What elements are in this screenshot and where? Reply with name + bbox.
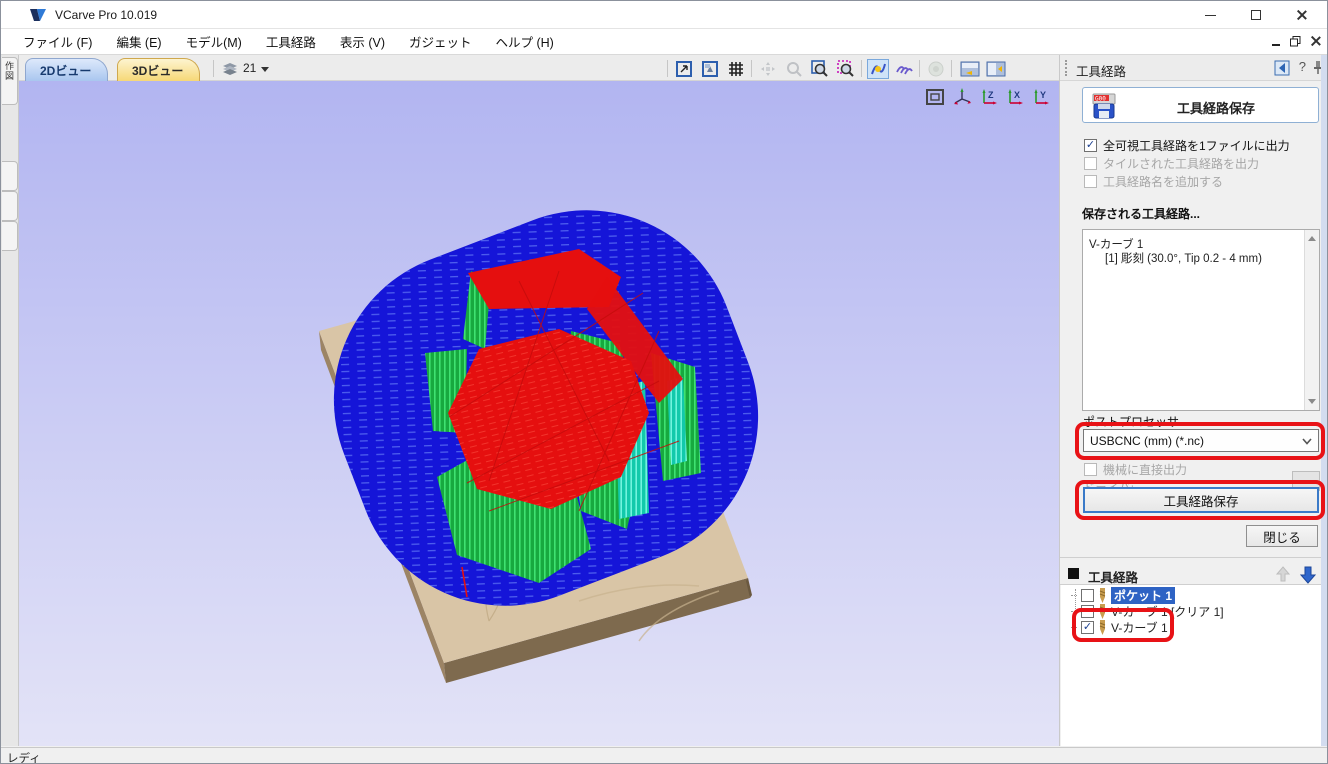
toolpath-tree: ポケット 1 V-カーブ 1 [クリア 1] ✓ V-カーブ 1	[1061, 585, 1322, 746]
toolpath-item-vcarve[interactable]: ✓ V-カーブ 1	[1071, 619, 1168, 635]
save-toolpath-card-title: 工具経路保存	[1141, 98, 1291, 117]
view-orientation-icons: Z X Y	[925, 87, 1051, 107]
drill-icon	[1098, 604, 1107, 619]
menu-model[interactable]: モデル(M)	[174, 28, 254, 55]
window-layout-horizontal-icon[interactable]	[959, 59, 981, 79]
postprocessor-label: ポストプロセッサ	[1083, 413, 1179, 430]
left-tab-strip: 作図	[1, 55, 19, 746]
auto-hide-panel-icon[interactable]	[1274, 60, 1290, 76]
toolpath-list-icon	[1068, 568, 1079, 579]
pan-icon[interactable]	[757, 59, 779, 79]
mdi-close-button[interactable]	[1311, 36, 1321, 46]
toolpath-panel-title: 工具経路	[1076, 61, 1126, 80]
tab-3d-view[interactable]: 3Dビュー	[117, 58, 200, 81]
left-tab-4[interactable]	[2, 221, 18, 251]
vcarve-window: VCarve Pro 10.019 ファイル (F) 編集 (E) モデル(M)…	[0, 0, 1328, 764]
isometric-view-icon[interactable]	[925, 87, 945, 107]
status-bar: レディ	[1, 747, 1328, 764]
toolpath-item-pocket[interactable]: ポケット 1	[1071, 587, 1175, 603]
vcarve-logo-icon	[29, 8, 47, 23]
toolpath-panel-header: 工具経路 ?	[1060, 55, 1328, 81]
mdi-controls	[1272, 31, 1321, 51]
close-icon	[1297, 10, 1307, 20]
window-layout-vertical-icon[interactable]	[985, 59, 1007, 79]
top-view-icon[interactable]: Z	[979, 87, 999, 107]
zoom-interactive-icon[interactable]	[783, 59, 805, 79]
svg-text:Y: Y	[1040, 90, 1046, 100]
drill-icon	[1098, 620, 1107, 635]
option-direct-output[interactable]: 機械に直接出力	[1084, 461, 1187, 478]
checkbox-checked[interactable]: ✓	[1084, 139, 1097, 152]
zoom-window-icon[interactable]	[809, 59, 831, 79]
left-tab-2[interactable]	[2, 161, 18, 191]
scene-3d	[19, 81, 1059, 746]
save-toolpath-button[interactable]: 工具経路保存	[1084, 488, 1318, 512]
toolpath-list-header: 工具経路	[1060, 563, 1328, 585]
view-3d-canvas[interactable]: Z X Y	[19, 81, 1059, 746]
move-down-icon[interactable]	[1298, 565, 1318, 585]
close-panel-button[interactable]: 閉じる	[1246, 525, 1318, 547]
toolpath-list-title: 工具経路	[1088, 567, 1138, 586]
front-view-icon[interactable]: Y	[1031, 87, 1051, 107]
toggle-grid-icon[interactable]	[725, 59, 747, 79]
side-view-icon[interactable]: X	[1005, 87, 1025, 107]
mdi-minimize-button[interactable]	[1272, 44, 1280, 46]
status-text: レディ	[7, 750, 41, 764]
menu-gadget[interactable]: ガジェット	[397, 28, 484, 55]
saved-toolpaths-heading: 保存される工具経路...	[1082, 205, 1200, 222]
option-append-name[interactable]: 工具経路名を追加する	[1084, 173, 1223, 190]
panel-edge-strip	[1321, 55, 1328, 746]
minimize-button[interactable]	[1187, 1, 1233, 29]
scroll-down-icon[interactable]	[1308, 399, 1316, 404]
help-icon[interactable]: ?	[1299, 59, 1306, 74]
window-title: VCarve Pro 10.019	[55, 8, 157, 22]
toolpath-preview-toggle-icon[interactable]	[867, 59, 889, 79]
menu-file[interactable]: ファイル (F)	[11, 28, 104, 55]
menu-edit[interactable]: 編集 (E)	[104, 28, 173, 55]
layer-count[interactable]: 21	[243, 61, 256, 75]
option-output-tiled[interactable]: タイルされた工具経路を出力	[1084, 155, 1259, 172]
tab-2d-view[interactable]: 2Dビュー	[25, 58, 108, 81]
tab-drawing[interactable]: 作図	[2, 57, 18, 105]
title-bar: VCarve Pro 10.019	[1, 1, 1328, 29]
option-output-single-file[interactable]: ✓ 全可視工具経路を1ファイルに出力	[1084, 137, 1290, 154]
left-tab-3[interactable]	[2, 191, 18, 221]
svg-text:G00: G00	[1095, 96, 1106, 103]
maximize-button[interactable]	[1233, 1, 1279, 29]
postprocessor-select[interactable]: USBCNC (mm) (*.nc)	[1083, 429, 1319, 452]
zoom-selected-icon[interactable]	[835, 59, 857, 79]
toolpath-item-vcarve-clear[interactable]: V-カーブ 1 [クリア 1]	[1071, 603, 1224, 619]
rotate-3d-view-icon[interactable]	[951, 87, 973, 107]
save-toolpath-card: G00 工具経路保存	[1082, 87, 1319, 123]
tab-drawing-label: 作図	[3, 61, 16, 81]
menu-view[interactable]: 表示 (V)	[328, 28, 397, 55]
save-toolpath-icon: G00	[1091, 93, 1117, 119]
layer-dropdown-caret[interactable]	[261, 67, 269, 72]
menu-bar: ファイル (F) 編集 (E) モデル(M) 工具経路 表示 (V) ガジェット…	[1, 29, 1328, 55]
view-tab-bar: 2Dビュー 3Dビュー 21	[1, 55, 1059, 81]
layers-icon[interactable]	[221, 61, 239, 75]
chevron-down-icon	[1302, 438, 1312, 445]
svg-text:X: X	[1014, 90, 1020, 100]
saved-toolpaths-list[interactable]: V-カーブ 1 [1] 彫刻 (30.0°, Tip 0.2 - 4 mm)	[1082, 229, 1320, 411]
menu-help[interactable]: ヘルプ (H)	[484, 28, 566, 55]
zoom-to-drawing-icon[interactable]	[673, 59, 695, 79]
svg-text:Z: Z	[988, 90, 994, 100]
menu-toolpath[interactable]: 工具経路	[254, 28, 328, 55]
zoom-to-selection-icon[interactable]	[699, 59, 721, 79]
mdi-restore-button[interactable]	[1290, 36, 1301, 47]
move-up-icon[interactable]	[1274, 565, 1292, 583]
scroll-up-icon[interactable]	[1308, 236, 1316, 241]
toolpath-panel: 工具経路 ? G00 工具経路保存 ✓	[1059, 55, 1328, 746]
material-icon[interactable]	[925, 59, 947, 79]
multi-toolpath-icon[interactable]	[893, 59, 915, 79]
close-button[interactable]	[1279, 1, 1325, 29]
drill-icon	[1098, 588, 1107, 603]
saved-list-scrollbar[interactable]	[1304, 230, 1319, 410]
saved-toolpath-detail[interactable]: [1] 彫刻 (30.0°, Tip 0.2 - 4 mm)	[1105, 250, 1262, 266]
